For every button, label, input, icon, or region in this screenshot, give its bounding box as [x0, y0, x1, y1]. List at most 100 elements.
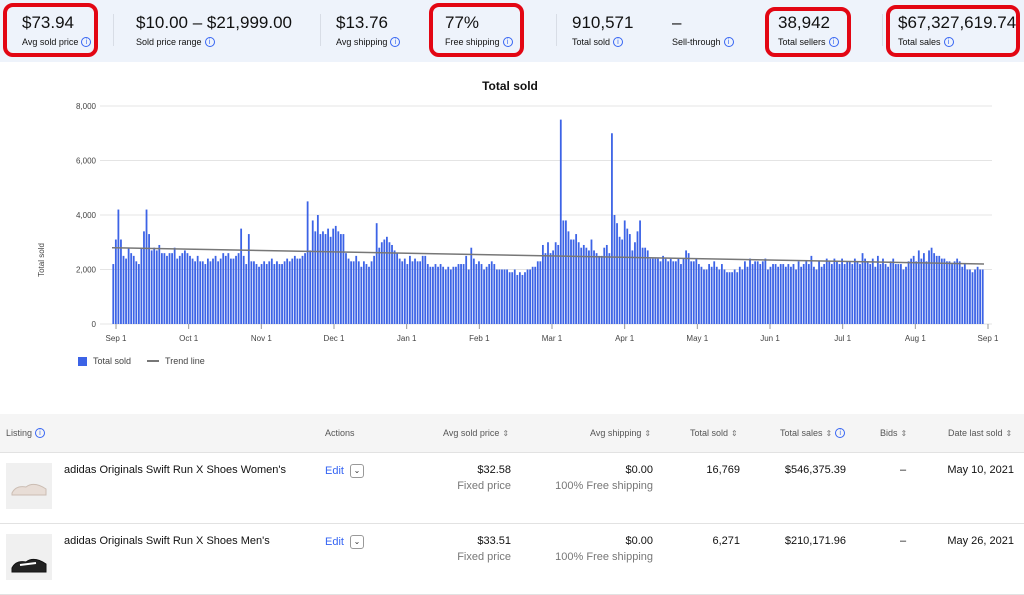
- bar: [547, 242, 549, 324]
- bar: [593, 250, 595, 324]
- total-sold: 6,271: [712, 535, 740, 547]
- bar: [728, 272, 731, 324]
- listing-title[interactable]: adidas Originals Swift Run X Shoes Men's: [64, 535, 270, 547]
- bar: [810, 255, 813, 324]
- bar: [503, 269, 506, 324]
- bar: [894, 264, 897, 324]
- bar: [884, 264, 887, 324]
- column-bids[interactable]: Bids ⇕: [880, 428, 907, 438]
- bar: [334, 225, 337, 324]
- info-icon[interactable]: i: [835, 428, 846, 438]
- bar: [720, 264, 723, 324]
- listing-title[interactable]: adidas Originals Swift Run X Shoes Women…: [64, 464, 286, 476]
- bar: [375, 223, 378, 324]
- bar: [830, 264, 833, 324]
- bar: [250, 261, 253, 324]
- bar: [342, 234, 345, 324]
- total-sales: $210,171.96: [784, 535, 846, 547]
- bar: [805, 261, 808, 324]
- bar: [235, 255, 237, 324]
- bar: [253, 261, 255, 324]
- bar: [309, 250, 312, 324]
- bar: [352, 261, 355, 324]
- bar: [306, 201, 309, 324]
- column-total-sold[interactable]: Total sold ⇕: [690, 428, 738, 438]
- table-row[interactable]: adidas Originals Swift Run X Shoes Women…: [0, 453, 1024, 524]
- bar: [452, 266, 455, 324]
- bar: [874, 266, 877, 324]
- info-icon[interactable]: i: [204, 37, 215, 47]
- info-icon[interactable]: i: [390, 37, 401, 47]
- bar: [772, 264, 774, 324]
- x-tick-label: Nov 1: [251, 334, 272, 343]
- bar: [820, 266, 823, 324]
- x-tick-label: Oct 1: [179, 334, 199, 343]
- info-icon[interactable]: i: [35, 428, 46, 438]
- legend-label-total-sold: Total sold: [93, 356, 132, 366]
- metric-value: $13.76: [336, 13, 388, 32]
- bar: [559, 119, 562, 324]
- y-tick-label: 6,000: [76, 157, 97, 166]
- bar: [930, 247, 933, 324]
- bar: [470, 247, 473, 324]
- bar: [437, 266, 439, 324]
- bar: [444, 269, 447, 324]
- column-actions: Actions: [325, 428, 355, 438]
- shoe-icon: [11, 483, 47, 496]
- column-listing[interactable]: Listing i: [6, 428, 46, 438]
- bar: [327, 228, 329, 324]
- bar: [846, 261, 849, 324]
- bar: [915, 261, 918, 324]
- bar: [516, 274, 519, 324]
- bar: [143, 231, 145, 324]
- metric-label: Total sold: [572, 37, 611, 47]
- edit-link[interactable]: Edit: [325, 465, 344, 477]
- bar: [746, 266, 749, 324]
- bar: [674, 261, 677, 324]
- bar: [186, 253, 189, 324]
- bar: [795, 269, 797, 324]
- bar: [531, 266, 534, 324]
- chevron-down-icon[interactable]: ⌄: [349, 464, 364, 478]
- table-row[interactable]: adidas Originals Swift Run X Shoes Men's…: [0, 524, 1024, 595]
- bar: [544, 253, 547, 324]
- bar: [759, 264, 762, 324]
- price-type: Fixed price: [457, 480, 511, 492]
- bar: [777, 266, 780, 324]
- column-date-last-sold[interactable]: Date last sold ⇕: [948, 428, 1012, 438]
- bar: [247, 234, 250, 324]
- bar: [953, 261, 956, 324]
- edit-link[interactable]: Edit: [325, 536, 344, 548]
- metric-value: $10.00 – $21,999.00: [136, 13, 292, 32]
- bar: [718, 269, 721, 324]
- avg-shipping: $0.00: [625, 464, 653, 476]
- x-tick-label: Aug 1: [905, 334, 926, 343]
- bar: [424, 255, 427, 324]
- bar: [270, 258, 273, 324]
- bar: [667, 261, 670, 324]
- info-icon[interactable]: i: [723, 37, 734, 47]
- x-tick-label: Jan 1: [397, 334, 417, 343]
- bar: [958, 261, 961, 324]
- column-total-sales[interactable]: Total sales ⇕ i: [780, 428, 846, 438]
- chevron-down-icon[interactable]: ⌄: [349, 535, 364, 549]
- bar: [304, 253, 306, 324]
- bar: [575, 234, 578, 324]
- chart-svg: Total sold Total sold 0 2,000 4,000 6,000 8,…: [37, 79, 999, 343]
- chart-legend: Total sold Trend line: [78, 356, 205, 366]
- bar: [219, 258, 222, 324]
- bar: [319, 234, 322, 324]
- column-avg-sold-price[interactable]: Avg sold price ⇕: [443, 428, 509, 438]
- bar: [871, 258, 874, 324]
- bar: [905, 266, 907, 324]
- bar: [398, 258, 401, 324]
- bar: [217, 261, 220, 324]
- bar: [288, 261, 291, 324]
- bar: [224, 255, 227, 324]
- x-tick-label: Jun 1: [760, 334, 780, 343]
- bar: [761, 261, 764, 324]
- column-avg-shipping[interactable]: Avg shipping ⇕: [590, 428, 651, 438]
- info-icon[interactable]: i: [613, 37, 624, 47]
- bar: [135, 261, 138, 324]
- bar: [940, 258, 943, 324]
